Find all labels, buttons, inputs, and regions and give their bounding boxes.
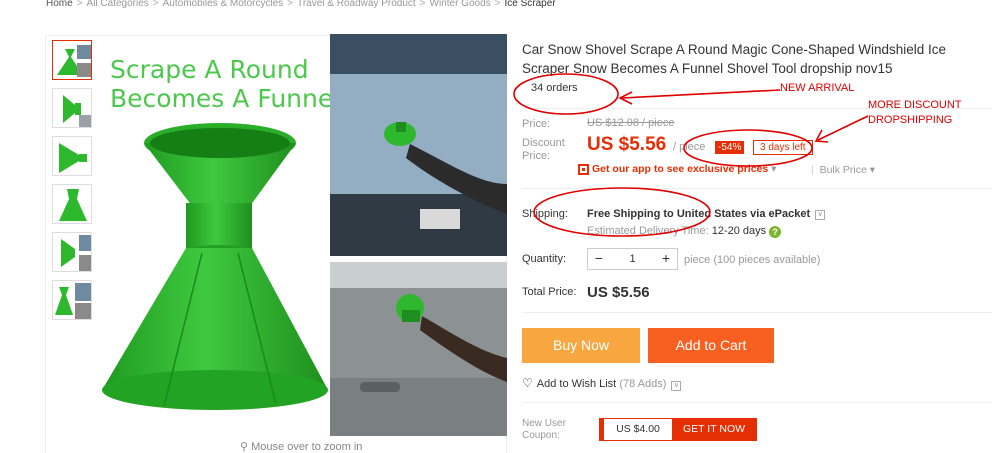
new-arrival-arrowhead [618,91,633,105]
quantity-label: Quantity: [522,253,567,265]
add-to-cart-button[interactable]: Add to Cart [648,328,774,363]
original-price: US $12.08 / piece [587,117,675,129]
discount-price: US $5.56 [587,134,667,155]
annotation-dropshipping: DROPSHIPPING [868,114,953,126]
buy-now-button[interactable]: Buy Now [522,328,640,363]
shipping-method-text: Free Shipping to United States via ePack… [587,208,811,220]
usage-photo-door[interactable] [330,262,507,436]
bulk-price-label: Bulk Price [819,164,867,176]
zoom-hint-text: Mouse over to zoom in [251,441,363,453]
chevron-down-icon: ▾ [771,163,777,175]
coupon-label: New User Coupon: [522,418,566,441]
breadcrumb-home[interactable]: Home [46,0,73,9]
breadcrumb-automobiles[interactable]: Automobiles & Motorcycles [163,0,284,9]
coupon-amount: US $4.00 [600,419,672,440]
quantity-decrease-button[interactable]: − [588,249,610,269]
thumbnail-5[interactable] [52,232,92,272]
divider [522,188,992,189]
add-to-wishlist[interactable]: ♡ Add to Wish List (78 Adds) v [522,376,682,391]
chevron-down-icon[interactable]: v [671,381,682,391]
discount-badge: -54% [715,141,745,154]
order-count[interactable]: 34 orders [531,82,577,94]
get-coupon-button[interactable]: GET IT NOW [672,419,756,440]
breadcrumb-all-categories[interactable]: All Categories [87,0,149,9]
divider [522,312,992,313]
product-title: Car Snow Shovel Scrape A Round Magic Con… [522,42,946,76]
breadcrumb-separator: > [287,0,294,9]
chevron-down-icon: ▾ [869,164,876,176]
quantity-increase-button[interactable]: + [655,249,677,269]
breadcrumb-separator: > [419,0,426,9]
price-unit: / piece [673,141,706,153]
app-exclusive-link[interactable]: Get our app to see exclusive prices ▾ [592,163,776,175]
breadcrumb-winter-goods[interactable]: Winter Goods [430,0,491,9]
breadcrumb-separator: > [494,0,501,9]
breadcrumb-travel-roadway[interactable]: Travel & Roadway Product [297,0,416,9]
total-price-label: Total Price: [522,286,577,298]
bulk-price-dropdown[interactable]: | Bulk Price ▾ [811,164,875,176]
thumbnail-6[interactable] [52,280,92,320]
qr-code-icon [578,164,589,175]
wishlist-count: (78 Adds) [619,378,667,390]
image-caption: Scrape A Round Becomes A Funnel [110,55,341,113]
total-price: US $5.56 [587,284,650,301]
heart-icon: ♡ [522,376,533,390]
quantity-stepper: − + [587,248,678,270]
shipping-method[interactable]: Free Shipping to United States via ePack… [587,208,826,220]
quantity-input[interactable] [610,249,655,269]
days-left-badge: 3 days left [753,140,813,155]
usage-photo-windshield[interactable] [330,34,507,256]
new-user-coupon: US $4.00 GET IT NOW [599,418,757,441]
breadcrumb-separator: > [76,0,83,9]
zoom-hint: ⚲ Mouse over to zoom in [240,440,362,453]
shipping-label: Shipping: [522,208,568,220]
discount-arrowhead [814,129,829,143]
delivery-estimate: Estimated Delivery Time: 12-20 days? [587,225,782,238]
delivery-value: 12-20 days [711,225,767,237]
help-icon[interactable]: ? [769,226,782,238]
wishlist-label: Add to Wish List [536,378,617,390]
new-arrival-arrow [621,89,781,99]
thumbnail-1[interactable] [52,40,92,80]
quantity-available: piece (100 pieces available) [684,254,821,266]
breadcrumb-current[interactable]: Ice Scraper [505,0,556,9]
thumbnail-3[interactable] [52,136,92,176]
annotation-more-discount: MORE DISCOUNT [868,99,962,111]
annotation-new-arrival: NEW ARRIVAL [780,82,855,94]
app-link-text: Get our app to see exclusive prices [592,163,769,175]
discount-arrow [817,115,869,141]
delivery-label: Estimated Delivery Time: [587,225,709,237]
thumbnail-2[interactable] [52,88,92,128]
breadcrumb-separator: > [152,0,159,9]
chevron-down-icon[interactable]: v [815,210,826,220]
magnifier-icon: ⚲ [240,441,249,453]
breadcrumb: Home > All Categories > Automobiles & Motorc… [46,0,556,9]
discount-price-label: Discount Price: [522,137,565,162]
price-label: Price: [522,118,551,130]
thumbnail-4[interactable] [52,184,92,224]
divider [522,402,992,403]
thumbnail-list [52,40,94,328]
